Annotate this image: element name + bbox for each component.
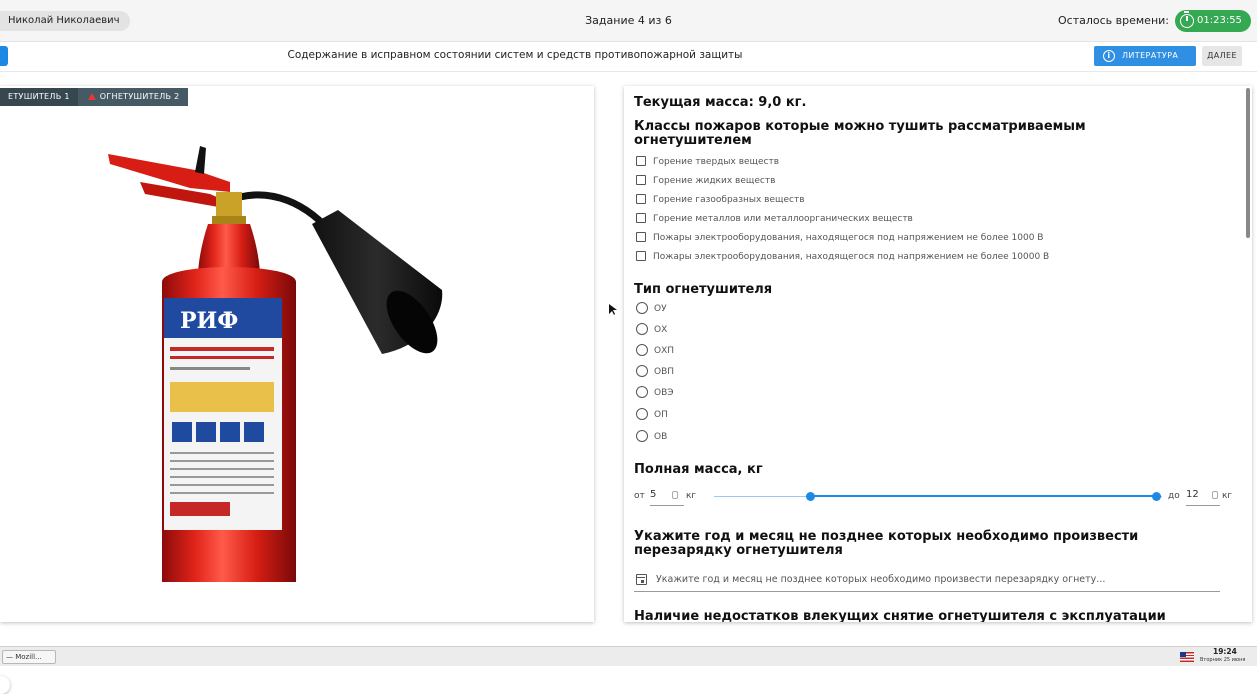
radio[interactable]	[636, 386, 648, 398]
tab-label: ОГНЕТУШИТЕЛЬ 2	[99, 92, 180, 101]
time-left-label: Осталось времени:	[1058, 14, 1169, 27]
recharge-placeholder: Укажите год и месяц не позднее которых н…	[656, 574, 1106, 585]
info-icon: i	[1103, 50, 1115, 62]
top-bar: Николай Николаевич Задание 4 из 6 Остало…	[0, 0, 1257, 42]
type-heading: Тип огнетушителя	[634, 282, 773, 297]
type-option[interactable]: ОУ	[636, 302, 667, 316]
question-form-panel: Текущая масса: 9,0 кг. Классы пожаров ко…	[624, 86, 1252, 622]
fire-class-option[interactable]: Пожары электрооборудования, находящегося…	[636, 250, 1049, 264]
checkbox[interactable]	[636, 194, 646, 204]
type-option[interactable]: ОВ	[636, 430, 667, 444]
to-label: до	[1168, 491, 1180, 501]
to-input[interactable]: 12	[1186, 488, 1220, 506]
taskbar-app-firefox[interactable]: — Mozill...	[2, 650, 56, 664]
tab-extinguisher-1[interactable]: ЕТУШИТЕЛЬ 1	[0, 88, 78, 106]
radio[interactable]	[636, 302, 648, 314]
stepper-icon[interactable]	[1212, 491, 1218, 499]
from-input[interactable]: 5	[650, 488, 684, 506]
radio[interactable]	[636, 365, 648, 377]
type-option[interactable]: ОП	[636, 408, 668, 422]
unit-label: кг	[1222, 491, 1233, 501]
timer-badge: 01:23:55	[1175, 10, 1251, 32]
type-option[interactable]: ОВП	[636, 365, 674, 379]
rotate-view-button[interactable]	[0, 676, 10, 694]
from-label: от	[634, 491, 645, 501]
stopwatch-icon	[1180, 11, 1194, 28]
subheader: Содержание в исправном состоянии систем …	[0, 42, 1257, 72]
extinguisher-tabs: ЕТУШИТЕЛЬ 1 ОГНЕТУШИТЕЛЬ 2	[0, 88, 188, 106]
fire-class-option[interactable]: Горение жидких веществ	[636, 174, 775, 188]
tab-label: ЕТУШИТЕЛЬ 1	[8, 92, 70, 101]
calendar-icon[interactable]	[636, 574, 647, 585]
fire-class-option[interactable]: Пожары электрооборудования, находящегося…	[636, 231, 1043, 245]
recharge-heading: Укажите год и месяц не позднее которых н…	[634, 529, 1139, 558]
unit-label: кг	[686, 491, 697, 501]
clock-date: Вторник 25 июня	[1200, 657, 1246, 663]
scrollbar[interactable]	[1246, 88, 1250, 238]
warning-icon	[87, 93, 96, 100]
timer-value: 01:23:55	[1197, 15, 1242, 26]
literature-label: ЛИТЕРАТУРА	[1122, 51, 1179, 60]
fire-classes-heading: Классы пожаров которые можно тушить расс…	[634, 119, 1086, 148]
defects-heading: Наличие недостатков влекущих снятие огне…	[634, 609, 1166, 623]
slider-range-fill	[810, 495, 1156, 497]
slider-min-thumb[interactable]	[806, 492, 815, 501]
checkbox[interactable]	[636, 175, 646, 185]
fire-class-option[interactable]: Горение газообразных веществ	[636, 193, 805, 207]
type-option[interactable]: ОВЭ	[636, 386, 674, 400]
fire-extinguisher-image: РИФ	[108, 146, 443, 582]
stepper-icon[interactable]	[672, 491, 678, 499]
radio[interactable]	[636, 323, 648, 335]
checkbox[interactable]	[636, 156, 646, 166]
checkbox[interactable]	[636, 251, 646, 261]
fire-class-option[interactable]: Горение твердых веществ	[636, 155, 779, 169]
checkbox[interactable]	[636, 232, 646, 242]
slider-max-thumb[interactable]	[1152, 492, 1161, 501]
clock-time[interactable]: 19:24	[1213, 647, 1237, 656]
fire-class-option[interactable]: Горение металлов или металлоорганических…	[636, 212, 913, 226]
radio[interactable]	[636, 344, 648, 356]
brand-label: РИФ	[180, 308, 238, 334]
type-option[interactable]: ОХП	[636, 344, 674, 358]
tab-extinguisher-2[interactable]: ОГНЕТУШИТЕЛЬ 2	[77, 88, 188, 106]
full-mass-range: от 5 кг до 12 кг	[634, 488, 1234, 506]
os-taskbar: — Mozill... 19:24 Вторник 25 июня	[0, 646, 1257, 666]
us-flag-icon[interactable]	[1180, 652, 1194, 662]
next-button[interactable]: ДАЛЕЕ	[1202, 46, 1242, 66]
radio[interactable]	[636, 408, 648, 420]
full-mass-heading: Полная масса, кг	[634, 462, 763, 477]
checkbox[interactable]	[636, 213, 646, 223]
type-option[interactable]: ОХ	[636, 323, 667, 337]
current-mass: Текущая масса: 9,0 кг.	[634, 95, 807, 110]
mouse-cursor-icon	[609, 304, 617, 315]
extinguisher-image-panel: ЕТУШИТЕЛЬ 1 ОГНЕТУШИТЕЛЬ 2 РИФ	[0, 86, 594, 694]
literature-button[interactable]: i ЛИТЕРАТУРА	[1094, 46, 1196, 66]
radio[interactable]	[636, 430, 648, 442]
recharge-date-input[interactable]: Укажите год и месяц не позднее которых н…	[634, 572, 1220, 592]
topic-title: Содержание в исправном состоянии систем …	[287, 49, 743, 61]
